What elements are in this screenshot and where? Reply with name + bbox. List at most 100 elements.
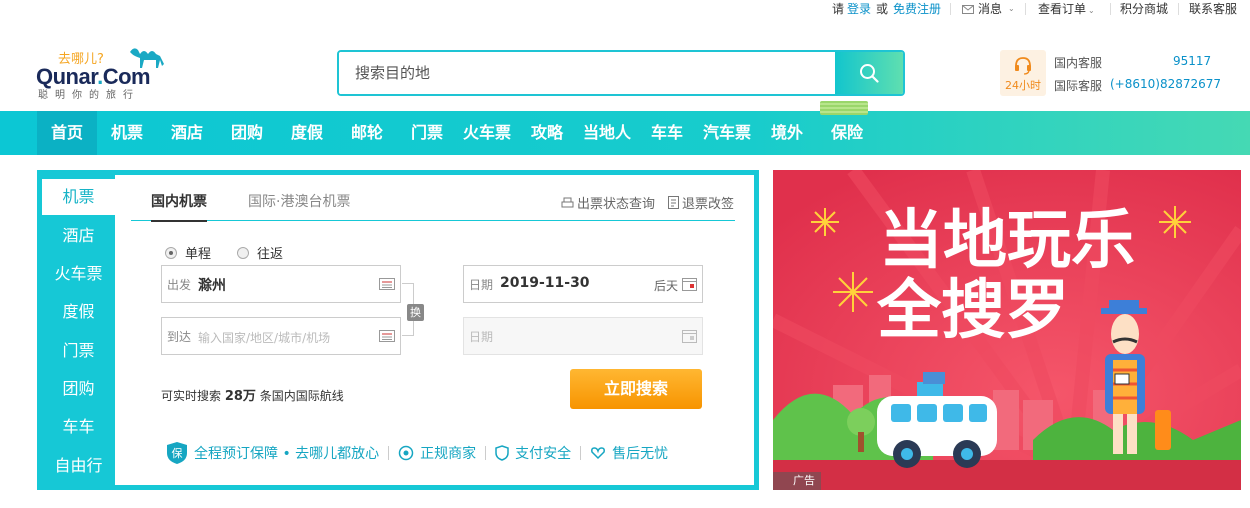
side-item-group-buy[interactable]: 团购 (42, 371, 115, 407)
side-item-flights[interactable]: 机票 (42, 179, 115, 215)
routes-prefix: 可实时搜索 (161, 389, 222, 403)
flight-tabs: 国内机票 国际·港澳台机票 出票状态查询 退票改签 (131, 183, 735, 222)
ad-banner[interactable]: 当地玩乐 全搜罗 广告 (773, 170, 1241, 490)
roundtrip-label: 往返 (257, 247, 284, 262)
nav-item-locals[interactable]: 当地人 (581, 111, 633, 155)
nav-item-flights[interactable]: 机票 (106, 111, 148, 155)
side-item-hotels[interactable]: 酒店 (42, 218, 115, 254)
svg-text:保: 保 (172, 446, 183, 460)
top-utility-bar: 请 登录 或 免费注册 消息 ⌄ 查看订单 ⌄ 积分商城 联系客服 (0, 0, 1250, 20)
nav-item-tickets[interactable]: 门票 (406, 111, 448, 155)
envelope-icon (962, 4, 974, 14)
orders-menu[interactable]: 查看订单 ⌄ (1038, 2, 1095, 18)
intl-service-label: 国际客服 (1054, 79, 1103, 93)
or-text: 或 (876, 2, 889, 16)
refund-change-label: 退票改签 (682, 197, 735, 212)
oneway-radio[interactable]: 单程 (165, 243, 211, 262)
messages-menu[interactable]: 消息 ⌄ (962, 2, 1015, 16)
nav-item-bus-tickets[interactable]: 汽车票 (701, 111, 753, 155)
divider (388, 446, 390, 460)
side-item-trains[interactable]: 火车票 (42, 256, 115, 292)
destination-search (337, 50, 905, 96)
assurance-item-payment: 支付安全 (495, 443, 571, 463)
domestic-service-label: 国内客服 (1054, 56, 1103, 70)
search-icon (860, 64, 879, 83)
nav-item-vacation[interactable]: 度假 (286, 111, 328, 155)
calendar-icon (682, 278, 697, 291)
divider (580, 446, 582, 460)
nav-item-home[interactable]: 首页 (37, 111, 97, 155)
logo-slogan-bottom: 聪明你的旅行 (38, 90, 140, 101)
radio-unselected-icon (237, 246, 249, 259)
domestic-service-number: 95117 (1173, 54, 1212, 68)
assurance-merchant-label: 正规商家 (420, 446, 477, 462)
oneway-label: 单程 (185, 247, 212, 262)
printer-icon (561, 197, 574, 207)
customer-service: 24小时 国内客服 95117 国际客服 (+8610)82872677 (1000, 50, 1221, 96)
calendar-icon (682, 330, 697, 343)
heart-hands-icon (591, 447, 606, 460)
ad-headline-2: 全搜罗 (876, 274, 1069, 348)
routes-count: 28万 (224, 389, 256, 404)
departure-value: 滁州 (198, 278, 226, 294)
search-button[interactable] (835, 52, 903, 94)
shield-check-icon (495, 445, 509, 461)
assurance-main: 保 全程预订保障 • 去哪儿都放心 (166, 441, 379, 465)
arrival-city-field[interactable]: 到达 输入国家/地区/城市/机场 (161, 317, 401, 355)
nav-item-hotels[interactable]: 酒店 (166, 111, 208, 155)
nav-item-cars[interactable]: 车车 (646, 111, 688, 155)
refund-change-link[interactable]: 退票改签 (668, 193, 734, 212)
points-link[interactable]: 积分商城 (1120, 2, 1168, 16)
roundtrip-radio[interactable]: 往返 (237, 243, 283, 262)
assurance-item-merchant: 正规商家 (398, 443, 476, 463)
contact-link[interactable]: 联系客服 (1189, 2, 1237, 16)
side-item-cars[interactable]: 车车 (42, 409, 115, 445)
chevron-down-icon: ⌄ (1088, 6, 1095, 15)
city-list-icon (379, 330, 395, 342)
side-item-tickets[interactable]: 门票 (42, 333, 115, 369)
divider (1178, 3, 1179, 15)
radio-selected-icon (165, 246, 177, 259)
swap-cities-button[interactable]: 换 (407, 304, 424, 321)
arrival-label: 到达 (167, 330, 192, 344)
return-date-field[interactable]: 日期 (463, 317, 703, 355)
ticket-status-link[interactable]: 出票状态查询 (561, 193, 655, 212)
arrival-placeholder: 输入国家/地区/城市/机场 (198, 331, 331, 345)
qunar-logo[interactable]: 去哪儿? Qunar.Com 聪明你的旅行 (36, 44, 168, 101)
service-badge-label: 24小时 (1005, 79, 1041, 92)
departure-date-field[interactable]: 日期 2019-11-30 后天 (463, 265, 703, 303)
divider (950, 3, 951, 15)
messages-label: 消息 (978, 2, 1003, 16)
nav-item-overseas[interactable]: 境外 (766, 111, 808, 155)
assurance-main-label: 全程预订保障 • 去哪儿都放心 (194, 446, 380, 462)
side-item-vacation[interactable]: 度假 (42, 294, 115, 330)
assurance-item-aftersales: 售后无忧 (590, 443, 668, 463)
nav-item-guides[interactable]: 攻略 (526, 111, 568, 155)
nav-item-insurance[interactable]: 保险 (826, 111, 868, 155)
booking-panel: 机票 酒店 火车票 度假 门票 团购 车车 自由行 国内机票 国际·港澳台机票 … (37, 170, 759, 490)
tab-domestic-flights[interactable]: 国内机票 (151, 191, 207, 222)
city-list-icon (379, 278, 395, 290)
nav-item-trains[interactable]: 火车票 (461, 111, 513, 155)
shield-icon: 保 (167, 442, 187, 464)
chevron-down-icon: ⌄ (1008, 4, 1015, 13)
register-link[interactable]: 免费注册 (893, 2, 941, 16)
ad-headline-1: 当地玩乐 (879, 204, 1135, 278)
assurance-payment-label: 支付安全 (515, 446, 572, 462)
tab-international-flights[interactable]: 国际·港澳台机票 (248, 191, 350, 211)
routes-info: 可实时搜索 28万 条国内国际航线 (161, 385, 344, 404)
document-icon (668, 196, 679, 209)
side-item-free-travel[interactable]: 自由行 (42, 448, 115, 484)
service-badge: 24小时 (1000, 50, 1046, 96)
departure-city-field[interactable]: 出发 滁州 (161, 265, 401, 303)
login-link[interactable]: 登录 (847, 2, 871, 16)
divider (1025, 3, 1026, 15)
nav-item-group-buy[interactable]: 团购 (226, 111, 268, 155)
nav-item-cruise[interactable]: 邮轮 (346, 111, 388, 155)
please-text: 请 (832, 2, 845, 16)
ad-illustration: 当地玩乐 全搜罗 (773, 170, 1241, 490)
search-input[interactable] (339, 52, 837, 94)
divider (1110, 3, 1111, 15)
search-flights-button[interactable]: 立即搜索 (570, 369, 702, 409)
date-hint: 后天 (653, 279, 678, 293)
